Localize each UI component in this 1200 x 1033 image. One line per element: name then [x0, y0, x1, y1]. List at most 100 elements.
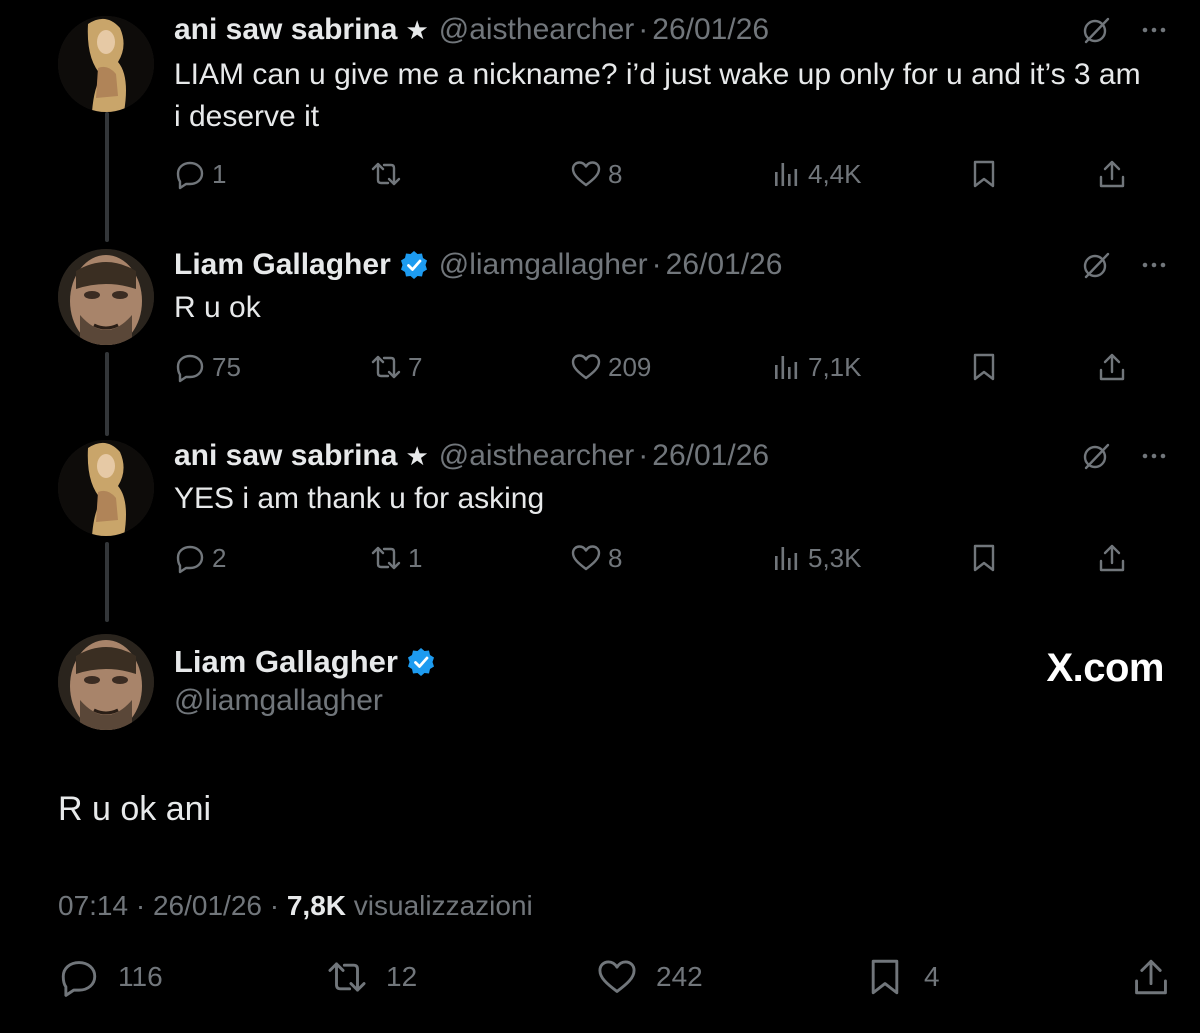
- retweet-icon: [371, 162, 401, 186]
- retweet-count: 7: [408, 351, 423, 382]
- grok-icon[interactable]: [1080, 440, 1112, 472]
- tweet-date[interactable]: 26/01/26: [652, 13, 769, 47]
- retweet-icon: [371, 546, 401, 570]
- views-icon: [775, 163, 798, 186]
- like-icon: [598, 960, 636, 993]
- avatar[interactable]: [58, 440, 154, 536]
- bookmark-button[interactable]: [968, 347, 1006, 387]
- more-icon[interactable]: [1138, 440, 1170, 472]
- like-button[interactable]: 8: [570, 154, 622, 194]
- share-button[interactable]: [1096, 154, 1134, 194]
- action-bar: 116 12 242 4: [0, 953, 1200, 1001]
- views-label: visualizzazioni: [353, 890, 533, 921]
- views-button[interactable]: 7,1K: [770, 347, 862, 387]
- tweet-date: 26/01/26: [152, 890, 262, 921]
- reply-button[interactable]: 75: [174, 347, 241, 387]
- like-button[interactable]: 8: [570, 538, 622, 578]
- tweet[interactable]: Liam Gallagher @liamgallagher · 26/01/26…: [0, 245, 1200, 405]
- reply-icon: [61, 961, 97, 997]
- verified-icon: [400, 251, 427, 279]
- reply-count: 1: [212, 158, 227, 189]
- author-name[interactable]: ani saw sabrina: [174, 439, 397, 473]
- like-count: 8: [608, 542, 623, 573]
- share-icon: [1135, 959, 1167, 995]
- views-count: 7,1K: [808, 351, 862, 382]
- tweet-meta: 07:14 · 26/01/26 · 7,8K visualizzazioni: [58, 890, 533, 922]
- author-name[interactable]: Liam Gallagher: [174, 248, 391, 282]
- reply-count: 75: [212, 351, 241, 382]
- like-icon: [571, 161, 601, 187]
- tweet[interactable]: ani saw sabrina ★ @aisthearcher · 26/01/…: [0, 10, 1200, 210]
- retweet-icon: [371, 355, 401, 379]
- tweet-date[interactable]: 26/01/26: [666, 248, 783, 282]
- separator: ·: [638, 13, 649, 46]
- share-button[interactable]: [1096, 538, 1134, 578]
- tweet-text: YES i am thank u for asking: [174, 482, 545, 515]
- retweet-button[interactable]: [370, 154, 408, 194]
- views-count: 5,3K: [808, 542, 862, 573]
- retweet-button[interactable]: 7: [370, 347, 422, 387]
- reply-button[interactable]: 1: [174, 154, 226, 194]
- tweet-text: R u ok: [174, 291, 261, 324]
- retweet-button[interactable]: 1: [370, 538, 422, 578]
- views-count: 4,4K: [808, 158, 862, 189]
- like-count: 8: [608, 158, 623, 189]
- reply-icon: [176, 545, 204, 574]
- author-handle[interactable]: @aisthearcher: [439, 439, 635, 473]
- like-icon: [571, 545, 601, 571]
- tweet-date[interactable]: 26/01/26: [652, 439, 769, 473]
- bookmark-icon: [973, 160, 995, 188]
- author-handle[interactable]: @liamgallagher: [439, 248, 648, 282]
- author-name[interactable]: Liam Gallagher: [174, 644, 398, 680]
- bookmark-button[interactable]: [968, 154, 1006, 194]
- verified-icon: [407, 648, 434, 676]
- reply-icon: [176, 354, 204, 383]
- share-icon: [1099, 544, 1125, 572]
- grok-icon[interactable]: [1080, 14, 1112, 46]
- avatar[interactable]: [58, 249, 154, 345]
- retweet-button[interactable]: 12: [326, 953, 417, 1001]
- bookmark-icon: [973, 544, 995, 572]
- author-handle[interactable]: @liamgallagher: [174, 684, 383, 718]
- bookmark-count: 4: [924, 961, 940, 992]
- more-icon[interactable]: [1138, 14, 1170, 46]
- views-button[interactable]: 5,3K: [770, 538, 862, 578]
- bookmark-button[interactable]: 4: [864, 953, 940, 1001]
- bookmark-icon: [871, 959, 899, 995]
- more-icon[interactable]: [1138, 249, 1170, 281]
- share-icon: [1099, 353, 1125, 381]
- retweet-count: 1: [408, 542, 423, 573]
- bookmark-icon: [973, 353, 995, 381]
- star-badge: ★: [405, 14, 429, 45]
- bookmark-button[interactable]: [968, 538, 1006, 578]
- share-button[interactable]: [1096, 347, 1134, 387]
- retweet-icon: [328, 962, 366, 992]
- views-icon: [775, 547, 798, 570]
- reply-count: 2: [212, 542, 227, 573]
- like-count: 209: [608, 351, 652, 382]
- views-count: 7,8K: [286, 890, 347, 921]
- like-icon: [571, 354, 601, 380]
- like-button[interactable]: 209: [570, 347, 651, 387]
- like-count: 242: [656, 961, 703, 992]
- views-button[interactable]: 4,4K: [770, 154, 862, 194]
- tweet[interactable]: ani saw sabrina ★ @aisthearcher · 26/01/…: [0, 436, 1200, 596]
- reply-count: 116: [118, 961, 163, 992]
- watermark: X.com: [1046, 646, 1164, 690]
- like-button[interactable]: 242: [596, 953, 703, 1001]
- author-name[interactable]: ani saw sabrina: [174, 13, 397, 47]
- reply-icon: [176, 161, 204, 190]
- reply-button[interactable]: 116: [58, 953, 163, 1001]
- tweet-text: R u ok ani: [58, 790, 212, 828]
- separator: ·: [135, 890, 146, 921]
- avatar[interactable]: [58, 16, 154, 112]
- grok-icon[interactable]: [1080, 249, 1112, 281]
- share-icon: [1099, 160, 1125, 188]
- views-icon: [775, 356, 798, 379]
- avatar[interactable]: [58, 634, 154, 730]
- reply-button[interactable]: 2: [174, 538, 226, 578]
- share-button[interactable]: [1130, 953, 1190, 1001]
- star-badge: ★: [405, 440, 429, 471]
- separator: ·: [638, 439, 649, 472]
- author-handle[interactable]: @aisthearcher: [439, 13, 635, 47]
